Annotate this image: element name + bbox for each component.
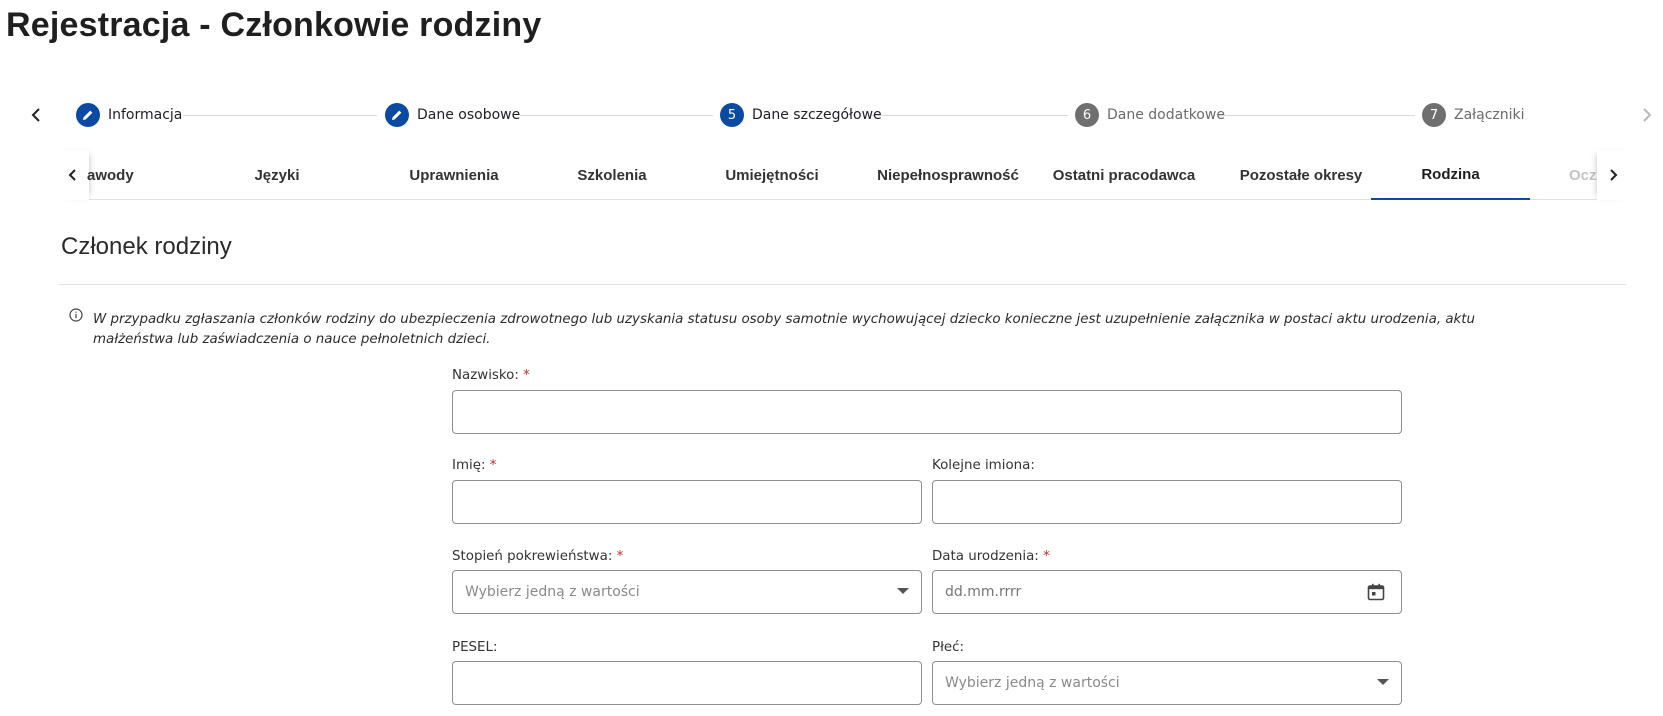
registration-stepper: Informacja Dane osobowe 5 Dane szczegóło… bbox=[0, 95, 1663, 135]
pesel-label: PESEL: bbox=[452, 640, 497, 655]
chevron-right-icon bbox=[1610, 169, 1618, 181]
required-mark: * bbox=[1043, 549, 1050, 564]
pencil-icon bbox=[83, 110, 93, 120]
chevron-left-icon bbox=[68, 169, 76, 181]
tab-rodzina[interactable]: Rodzina bbox=[1371, 150, 1530, 200]
step-number: 7 bbox=[1422, 103, 1446, 127]
tab-zawody[interactable]: awody bbox=[87, 150, 197, 200]
kolejne-imiona-label: Kolejne imiona: bbox=[932, 458, 1035, 473]
pesel-input[interactable] bbox=[452, 661, 922, 705]
stopien-pokrewienstwa-select[interactable]: Wybierz jedną z wartości bbox=[452, 570, 922, 614]
stepper-next-button[interactable] bbox=[1636, 104, 1658, 126]
imie-label-text: Imię: bbox=[452, 458, 486, 473]
chevron-left-icon bbox=[31, 108, 40, 122]
step-label: Dane szczegółowe bbox=[752, 107, 882, 123]
calendar-icon[interactable] bbox=[1366, 582, 1386, 602]
tab-szkolenia[interactable]: Szkolenia bbox=[557, 150, 667, 200]
step-number: 5 bbox=[720, 103, 744, 127]
step-label: Informacja bbox=[108, 107, 183, 123]
imie-input[interactable] bbox=[452, 480, 922, 524]
select-placeholder: Wybierz jedną z wartości bbox=[945, 675, 1120, 691]
step-label: Dane dodatkowe bbox=[1107, 107, 1225, 123]
caret-down-icon bbox=[897, 588, 909, 594]
step-label: Załączniki bbox=[1454, 107, 1525, 123]
required-mark: * bbox=[616, 549, 624, 564]
step-done-marker bbox=[76, 103, 100, 127]
tabs-scroll-right-button[interactable] bbox=[1597, 150, 1629, 200]
required-mark: * bbox=[523, 368, 530, 383]
step-informacja[interactable]: Informacja bbox=[76, 103, 182, 127]
nazwisko-label: Nazwisko: * bbox=[452, 368, 530, 383]
stopien-label: Stopień pokrewieństwa: * bbox=[452, 549, 623, 564]
nazwisko-label-text: Nazwisko: bbox=[452, 368, 519, 383]
plec-label: Płeć: bbox=[932, 640, 964, 655]
data-urodzenia-input[interactable] bbox=[932, 570, 1402, 614]
step-number: 6 bbox=[1075, 103, 1099, 127]
tab-pozostale-okresy[interactable]: Pozostałe okresy bbox=[1217, 150, 1385, 200]
step-zalaczniki[interactable]: 7 Załączniki bbox=[1422, 103, 1525, 127]
pesel-label-text: PESEL: bbox=[452, 640, 498, 655]
tabs-scroll-left-button[interactable] bbox=[57, 150, 89, 200]
info-icon bbox=[69, 308, 83, 322]
step-dane-szczegolowe[interactable]: 5 Dane szczegółowe bbox=[720, 103, 882, 127]
imie-label: Imię: * bbox=[452, 458, 496, 473]
plec-select[interactable]: Wybierz jedną z wartości bbox=[932, 661, 1402, 705]
kolejne-imiona-label-text: Kolejne imiona: bbox=[932, 458, 1035, 473]
stopien-label-text: Stopień pokrewieństwa: bbox=[452, 549, 613, 564]
tab-niepelnosprawnosc[interactable]: Niepełnosprawność bbox=[853, 150, 1043, 200]
required-mark: * bbox=[489, 458, 497, 473]
step-done-marker bbox=[385, 103, 409, 127]
chevron-right-icon bbox=[1643, 108, 1652, 122]
tab-jezyki[interactable]: Języki bbox=[227, 150, 327, 200]
pencil-icon bbox=[392, 110, 402, 120]
caret-down-icon bbox=[1377, 679, 1389, 685]
page-title: Rejestracja - Członkowie rodziny bbox=[6, 6, 542, 44]
info-notice: W przypadku zgłaszania członków rodziny … bbox=[93, 312, 1476, 347]
data-urodzenia-label: Data urodzenia: * bbox=[932, 549, 1050, 564]
tab-umiejetnosci[interactable]: Umiejętności bbox=[697, 150, 847, 200]
section-title: Członek rodziny bbox=[61, 233, 232, 260]
step-label: Dane osobowe bbox=[417, 107, 521, 123]
step-dane-dodatkowe[interactable]: 6 Dane dodatkowe bbox=[1075, 103, 1225, 127]
section-divider bbox=[59, 284, 1626, 285]
nazwisko-input[interactable] bbox=[452, 390, 1402, 434]
data-urodzenia-label-text: Data urodzenia: bbox=[932, 549, 1039, 564]
details-tabs: awody Języki Uprawnienia Szkolenia Umiej… bbox=[57, 150, 1629, 200]
plec-label-text: Płeć: bbox=[932, 640, 964, 655]
data-urodzenia-field bbox=[932, 570, 1402, 614]
stepper-prev-button[interactable] bbox=[25, 104, 47, 126]
tab-oczekiwania[interactable]: Ocz bbox=[1569, 150, 1599, 200]
tab-uprawnienia[interactable]: Uprawnienia bbox=[387, 150, 521, 200]
kolejne-imiona-input[interactable] bbox=[932, 480, 1402, 524]
tab-ostatni-pracodawca[interactable]: Ostatni pracodawca bbox=[1035, 150, 1213, 200]
step-dane-osobowe[interactable]: Dane osobowe bbox=[385, 103, 520, 127]
select-placeholder: Wybierz jedną z wartości bbox=[465, 584, 640, 600]
